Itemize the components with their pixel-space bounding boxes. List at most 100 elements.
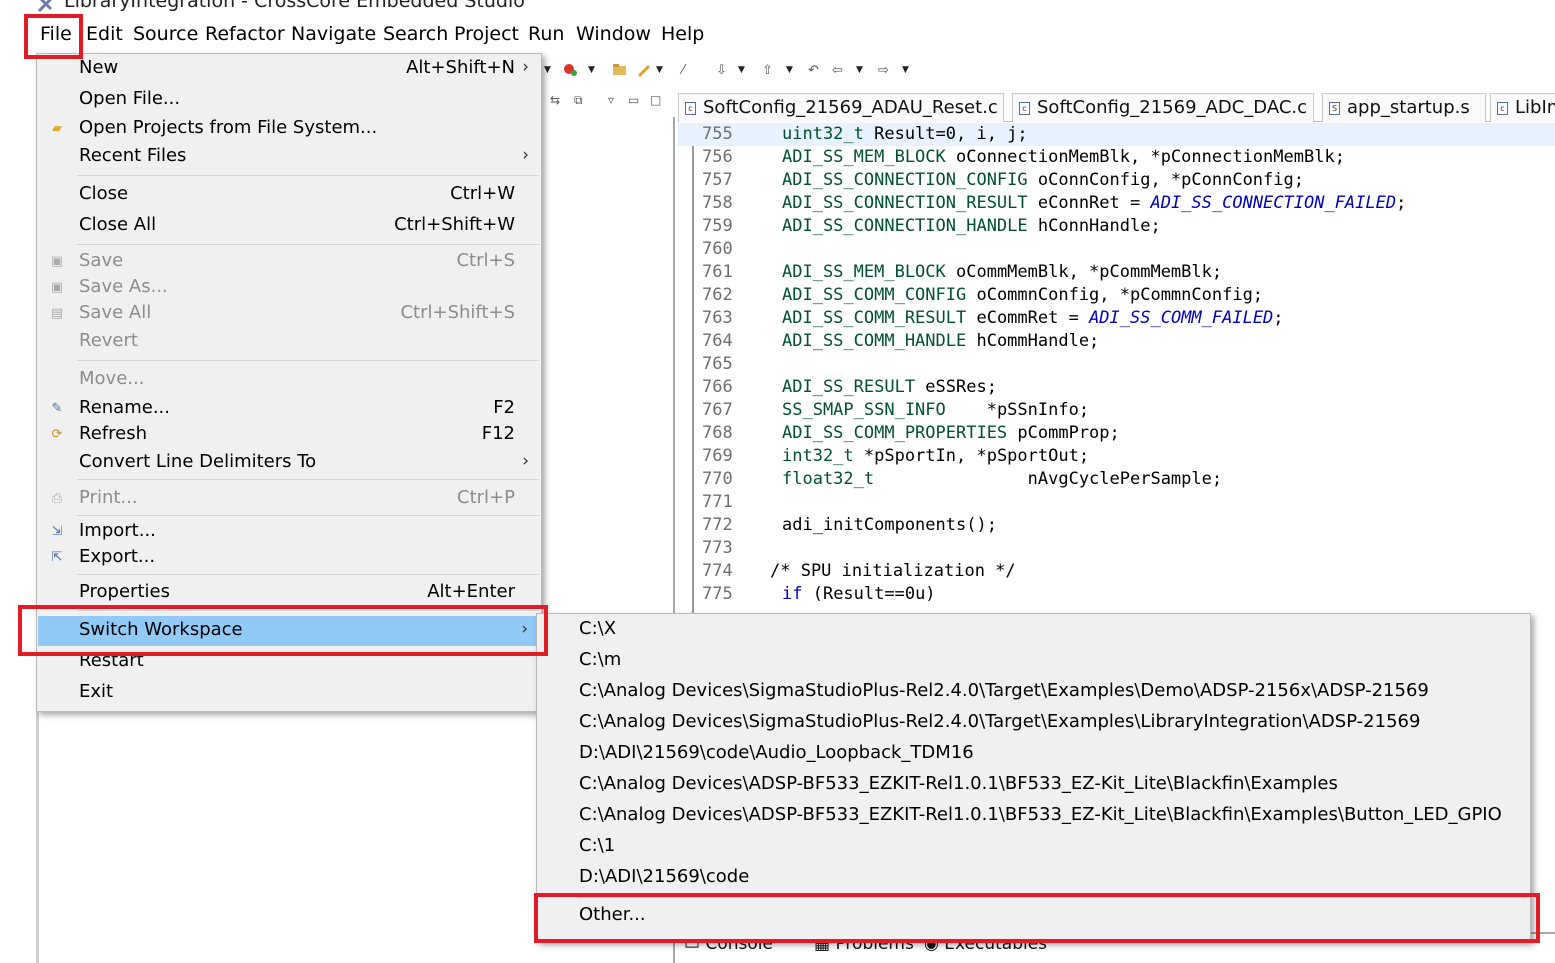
- open-folder-icon[interactable]: [612, 61, 628, 77]
- menu-navigate[interactable]: Navigate: [289, 23, 378, 45]
- tab-label: SoftConfig_21569_ADC_DAC.c: [1037, 97, 1307, 118]
- chevron-right-icon: ›: [522, 57, 529, 77]
- code-text: float32_t nAvgCyclePerSample;: [782, 469, 1223, 489]
- code-line: 763 ADI_SS_COMM_RESULT eCommRet = ADI_SS_…: [678, 307, 1555, 330]
- menu-item-label: Properties: [79, 581, 170, 602]
- menu-item-shortcut: Alt+Shift+N: [406, 57, 515, 78]
- line-number: 766: [702, 377, 733, 397]
- code-line: 775 if (Result==0u): [678, 583, 1555, 606]
- workspace-item[interactable]: C:\m: [537, 647, 1530, 677]
- workspace-item[interactable]: C:\Analog Devices\ADSP-BF533_EZKIT-Rel1.…: [537, 802, 1530, 832]
- menu-window[interactable]: Window: [574, 23, 653, 45]
- menu-item-properties[interactable]: Properties Alt+Enter: [37, 579, 541, 607]
- line-number: 759: [702, 216, 733, 236]
- tab-label: SoftConfig_21569_ADAU_Reset.c: [703, 97, 998, 118]
- dropdown-arrow-icon[interactable]: ▼: [786, 65, 793, 75]
- code-text: ADI_SS_COMM_CONFIG oCommnConfig, *pCommn…: [782, 285, 1264, 305]
- tab-softconfig-adc-dac[interactable]: c SoftConfig_21569_ADC_DAC.c: [1012, 93, 1314, 122]
- menu-edit[interactable]: Edit: [84, 23, 125, 45]
- workspace-item[interactable]: C:\Analog Devices\SigmaStudioPlus-Rel2.4…: [537, 709, 1530, 739]
- debug-icon[interactable]: [562, 61, 578, 77]
- menu-project[interactable]: Project: [452, 23, 521, 45]
- menu-item-shortcut: Ctrl+Shift+S: [400, 302, 515, 323]
- menu-item-exit[interactable]: Exit: [37, 679, 541, 707]
- title-bar: LibraryIntegration - CrossCore Embedded …: [0, 0, 1555, 18]
- dropdown-arrow-icon[interactable]: ▼: [656, 65, 663, 75]
- next-annotation-icon[interactable]: ⇩: [716, 63, 727, 78]
- tab-softconfig-adau-reset[interactable]: c SoftConfig_21569_ADAU_Reset.c: [678, 93, 1004, 122]
- menu-item-save-as: ▣ Save As...: [37, 274, 541, 302]
- workspace-item[interactable]: C:\Analog Devices\ADSP-BF533_EZKIT-Rel1.…: [537, 771, 1530, 801]
- annotation-box-switch-workspace: [18, 605, 548, 656]
- workspace-item[interactable]: D:\ADI\21569\code: [537, 864, 1530, 894]
- workspace-item[interactable]: C:\Analog Devices\SigmaStudioPlus-Rel2.4…: [537, 678, 1530, 708]
- code-text: if (Result==0u): [782, 584, 936, 604]
- line-number: 775: [702, 584, 733, 604]
- view-menu-icon[interactable]: ▿: [608, 93, 614, 107]
- tab-libintegration[interactable]: c LibIn: [1490, 93, 1555, 122]
- menu-item-shortcut: Ctrl+Shift+W: [394, 214, 515, 235]
- export-icon: ⇱: [51, 550, 63, 565]
- workspace-item[interactable]: C:\1: [537, 833, 1530, 863]
- dropdown-arrow-icon[interactable]: ▼: [588, 65, 595, 75]
- menu-item-convert-line-delimiters[interactable]: Convert Line Delimiters To ›: [37, 449, 541, 477]
- menu-item-export[interactable]: ⇱ Export...: [37, 544, 541, 572]
- menu-item-import[interactable]: ⇲ Import...: [37, 518, 541, 546]
- back-icon[interactable]: ⇦: [832, 63, 843, 78]
- menu-item-close[interactable]: Close Ctrl+W: [37, 181, 541, 209]
- menu-separator: [77, 574, 539, 575]
- line-number: 773: [702, 538, 733, 558]
- menu-item-label: Import...: [79, 520, 156, 541]
- dropdown-arrow-icon[interactable]: ▼: [544, 65, 551, 75]
- menu-item-save-all: ▤ Save All Ctrl+Shift+S: [37, 300, 541, 328]
- last-edit-icon[interactable]: ↶: [808, 63, 819, 78]
- minimize-icon[interactable]: ▭: [628, 93, 639, 107]
- menu-refactor[interactable]: Refactor: [203, 23, 287, 45]
- menu-item-shortcut: F2: [493, 397, 515, 418]
- menu-help[interactable]: Help: [659, 23, 706, 45]
- menu-item-label: Save: [79, 250, 124, 271]
- menu-item-recent-files[interactable]: Recent Files ›: [37, 143, 541, 171]
- s-file-icon: S: [1329, 102, 1340, 115]
- line-number: 767: [702, 400, 733, 420]
- rename-icon: ✎: [51, 401, 63, 416]
- save-icon: ▣: [50, 254, 64, 269]
- dropdown-arrow-icon[interactable]: ▼: [738, 65, 745, 75]
- workspace-item[interactable]: D:\ADI\21569\code\Audio_Loopback_TDM16: [537, 740, 1530, 770]
- code-line: 762 ADI_SS_COMM_CONFIG oCommnConfig, *pCo…: [678, 284, 1555, 307]
- code-comment: /* SPU initialization */: [770, 561, 1016, 581]
- tab-app-startup[interactable]: S app_startup.s: [1322, 93, 1486, 122]
- dropdown-arrow-icon[interactable]: ▼: [902, 65, 909, 75]
- menu-item-close-all[interactable]: Close All Ctrl+Shift+W: [37, 212, 541, 240]
- tools-icon: [37, 0, 53, 13]
- menu-search[interactable]: Search: [381, 23, 450, 45]
- menu-run[interactable]: Run: [526, 23, 566, 45]
- forward-icon[interactable]: ⇨: [878, 63, 889, 78]
- line-number: 755: [702, 124, 733, 144]
- link-editor-icon[interactable]: ⧉: [574, 93, 583, 108]
- maximize-icon[interactable]: □: [650, 93, 661, 107]
- menu-separator: [77, 479, 539, 480]
- code-line: 758 ADI_SS_CONNECTION_RESULT eConnRet = A…: [678, 192, 1555, 215]
- menu-source[interactable]: Source: [131, 23, 200, 45]
- pencil-icon[interactable]: [636, 61, 652, 77]
- menu-item-label: Print...: [79, 487, 138, 508]
- code-line: 755 uint32_t Result=0, i, j;: [678, 123, 1555, 146]
- collapse-all-icon[interactable]: ⇆: [550, 93, 560, 107]
- menu-item-rename[interactable]: ✎ Rename... F2: [37, 395, 541, 423]
- code-line: 764 ADI_SS_COMM_HANDLE hCommHandle;: [678, 330, 1555, 353]
- menu-item-label: Open File...: [79, 88, 181, 109]
- workspace-item[interactable]: C:\X: [537, 616, 1530, 646]
- menu-separator: [77, 244, 539, 245]
- code-line: 769 int32_t *pSportIn, *pSportOut;: [678, 445, 1555, 468]
- menu-item-refresh[interactable]: ⟳ Refresh F12: [37, 421, 541, 449]
- line-number: 762: [702, 285, 733, 305]
- prev-annotation-icon[interactable]: ⇧: [762, 63, 773, 78]
- line-number: 764: [702, 331, 733, 351]
- menu-item-open-projects[interactable]: ▰ Open Projects from File System...: [37, 115, 541, 143]
- menu-item-shortcut: Ctrl+S: [456, 250, 515, 271]
- menu-item-new[interactable]: New Alt+Shift+N ›: [37, 55, 541, 83]
- menu-item-shortcut: F12: [481, 423, 515, 444]
- menu-item-open-file[interactable]: Open File...: [37, 86, 541, 114]
- dropdown-arrow-icon[interactable]: ▼: [856, 65, 863, 75]
